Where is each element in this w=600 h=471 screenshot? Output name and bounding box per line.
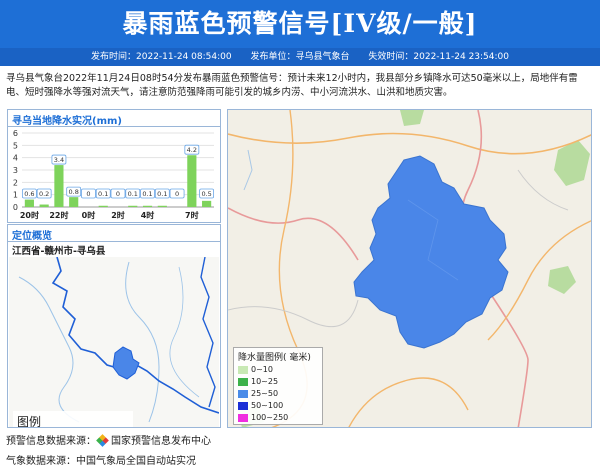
chart-bar <box>128 205 138 207</box>
warning-description: 寻乌县气象台2022年11月24日08时54分发布暴雨蓝色预警信号：预计未来12… <box>6 73 578 98</box>
chart-bar <box>202 200 212 207</box>
panel-divider <box>8 241 220 242</box>
legend-item-25-50: 25~50 <box>238 389 278 399</box>
chart-data-label: 0.1 <box>157 190 167 198</box>
location-panel-title: 定位概览 <box>12 231 52 242</box>
chart-data-label: 0.8 <box>69 188 79 196</box>
chart-data-label: 0.1 <box>98 190 108 198</box>
chart-data-label: 0 <box>175 190 179 198</box>
publish-time: 发布时间：2022-11-24 08:54:00 <box>91 52 232 62</box>
chart-x-tick-label: 7时 <box>185 210 199 220</box>
legend-item-10-25: 10~25 <box>238 377 278 387</box>
chart-y-tick-label: 2 <box>13 178 18 187</box>
chart-y-tick-label: 5 <box>13 141 18 150</box>
chart-x-tick-label: 4时 <box>141 210 155 220</box>
warning-header: 暴雨蓝色预警信号[IV级/一般] 发布时间：2022-11-24 08:54:0… <box>0 0 600 66</box>
chart-x-tick-label: 20时 <box>20 210 39 220</box>
chart-data-label: 0.2 <box>39 190 49 198</box>
chart-bar <box>39 204 49 207</box>
chart-x-tick-label: 0时 <box>82 210 96 220</box>
rainfall-bar-chart: 0 1 2 3 4 5 6 0.6 0.2 3.4 0.8 0 0.1 0 0.1 0.1 0.1 0 4.2 0.5… <box>13 129 215 220</box>
overview-legend-title: 图例 <box>17 415 42 427</box>
chart-bar <box>157 205 167 207</box>
rainfall-panel: 寻乌当地降水实况(mm) 0 1 2 3 4 5 6 0.6 0.2 3.4 0.8 0 0.1 0 0.1… <box>7 109 221 223</box>
chart-y-tick-label: 4 <box>13 154 18 163</box>
overview-map-graphic <box>9 257 219 427</box>
weather-source-line: 气象数据来源：中国气象局全国自动站实况 <box>6 456 196 467</box>
warning-source-link[interactable]: 国家预警信息发布中心 <box>111 436 211 447</box>
chart-y-tick-label: 1 <box>13 191 18 200</box>
chart-data-label: 0.5 <box>201 190 211 198</box>
chart-y-tick-label: 3 <box>13 166 18 175</box>
chart-y-tick-label: 0 <box>13 203 18 212</box>
chart-x-tick-label: 22时 <box>49 210 68 220</box>
chart-data-label: 4.2 <box>187 146 197 154</box>
rainfall-legend-title: 降水量图例( 毫米) <box>238 353 311 363</box>
chart-data-label: 0 <box>116 190 120 198</box>
warning-source-line: 预警信息数据来源： 国家预警信息发布中心 <box>6 434 211 447</box>
location-region: 江西省-赣州市-寻乌县 <box>12 246 106 257</box>
legend-item-0-10: 0~10 <box>238 365 273 375</box>
warning-meta-bar: 发布时间：2022-11-24 08:54:00 发布单位：寻乌县气象台 失效时… <box>0 48 600 66</box>
rainfall-panel-title: 寻乌当地降水实况(mm) <box>12 116 122 127</box>
warning-center-logo-icon <box>96 434 109 447</box>
location-overview-map[interactable]: 图例 国界 省界 <box>9 257 219 427</box>
location-panel: 定位概览 江西省-赣州市-寻乌县 图例 国界 省界 <box>7 224 221 428</box>
expire-time: 失效时间：2022-11-24 23:54:00 <box>368 52 509 62</box>
chart-bar <box>24 199 34 207</box>
publisher: 发布单位：寻乌县气象台 <box>250 52 350 62</box>
chart-x-tick-label: 2时 <box>111 210 125 220</box>
rainfall-legend: 降水量图例( 毫米) 0~10 10~25 25~50 50~100 100~2… <box>233 347 323 425</box>
overview-legend: 图例 国界 省界 <box>13 411 133 427</box>
chart-data-label: 0.1 <box>142 190 152 198</box>
chart-bar <box>187 155 197 207</box>
chart-bar <box>54 165 64 207</box>
chart-data-label: 3.4 <box>54 156 64 164</box>
chart-bar <box>142 205 153 207</box>
chart-data-label: 0.1 <box>128 190 138 198</box>
chart-bar <box>98 205 108 207</box>
chart-bar <box>69 197 79 207</box>
warning-title: 暴雨蓝色预警信号[IV级/一般] <box>122 9 478 38</box>
weather-source: 中国气象局全国自动站实况 <box>76 456 196 467</box>
warning-area-map[interactable]: 降水量图例( 毫米) 0~10 10~25 25~50 50~100 100~2… <box>227 109 592 428</box>
legend-item-100-250: 100~250 <box>238 413 288 423</box>
chart-y-tick-label: 6 <box>13 129 18 138</box>
chart-data-label: 0 <box>86 190 90 198</box>
chart-data-label: 0.6 <box>24 190 34 198</box>
legend-item-50-100: 50~100 <box>238 401 283 411</box>
